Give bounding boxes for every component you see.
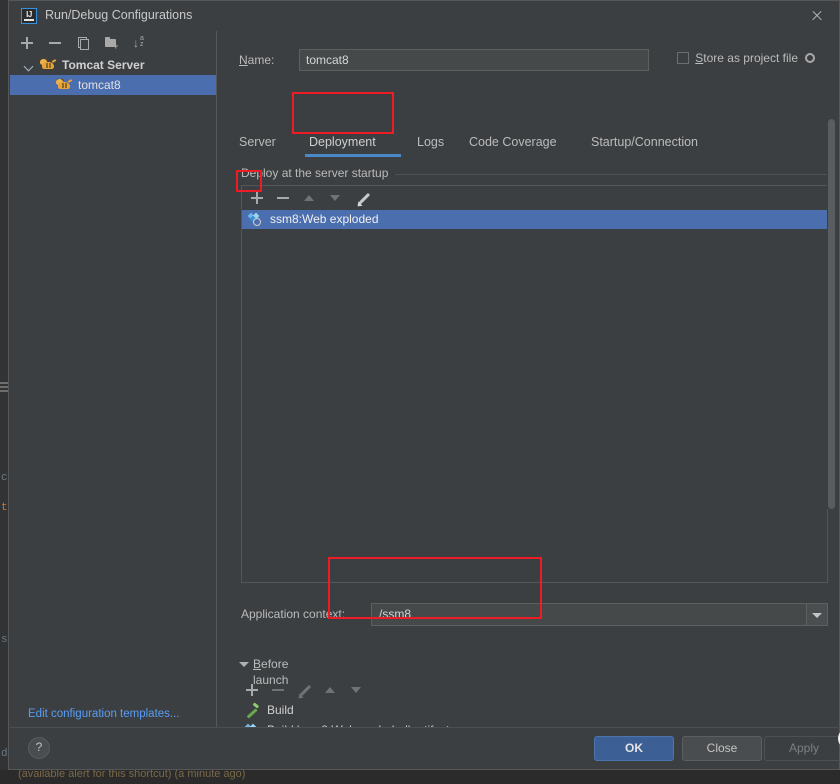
application-context-combo[interactable]: /ssm8 (371, 603, 828, 626)
gutter-char-0: c (1, 472, 8, 484)
list-item[interactable]: Build (239, 700, 828, 720)
logo-text: IJ (26, 10, 32, 19)
copy-configuration-button[interactable] (74, 34, 92, 52)
hammer-icon (246, 702, 260, 719)
screen: c t s dp (available alert for this short… (0, 0, 840, 784)
tree-group-tomcat-server[interactable]: Tomcat Server (10, 55, 216, 75)
checkbox-box[interactable] (677, 52, 690, 64)
arrow-down-icon (351, 687, 361, 693)
gutter-char-2: s (1, 634, 8, 646)
sidebar-item-label: tomcat8 (78, 78, 121, 92)
close-button[interactable]: Close (682, 736, 762, 761)
add-artifact-button[interactable] (248, 189, 266, 207)
tomcat-icon (56, 78, 73, 92)
help-label: ? (35, 740, 43, 754)
application-context-label: Application context: (241, 607, 346, 621)
edit-configuration-templates-link[interactable]: Edit configuration templates... (28, 708, 180, 720)
deploy-group-label: Deploy at the server startup (241, 166, 396, 180)
before-launch-toolbar (239, 678, 828, 701)
ok-button[interactable]: OK (594, 736, 674, 761)
deploy-group: Deploy at the server startup ssm8:Web ex… (239, 166, 828, 641)
sidebar-toolbar: + ↓ a z (10, 31, 216, 55)
store-as-project-file-checkbox[interactable]: Store as project file (677, 51, 816, 71)
configuration-editor: Name: tomcat8 Store as project file Serv… (217, 31, 838, 728)
apply-button[interactable]: Apply (764, 736, 840, 761)
close-icon[interactable] (807, 6, 827, 26)
arrow-down-icon (330, 195, 340, 201)
group-separator (389, 174, 828, 175)
remove-configuration-button[interactable] (46, 34, 64, 52)
arrow-up-icon (325, 687, 335, 693)
active-tab-underline (305, 154, 401, 157)
deploy-artifacts-list: ssm8:Web exploded (242, 210, 827, 582)
new-folder-button[interactable]: + (102, 34, 120, 52)
before-launch-list: Build Build 'ssm8:Web exploded' artifact (239, 700, 828, 728)
vertical-scrollbar[interactable] (827, 119, 836, 509)
task-move-down-button[interactable] (347, 681, 365, 699)
chevron-down-icon[interactable] (239, 662, 249, 667)
pencil-icon (296, 684, 312, 701)
chevron-down-icon[interactable] (806, 604, 827, 625)
run-debug-configurations-dialog: IJ Run/Debug Configurations + ↓ a z Tomc… (8, 0, 840, 770)
dialog-title: Run/Debug Configurations (45, 8, 193, 22)
tab-logs[interactable]: Logs (417, 129, 444, 155)
deploy-panel: ssm8:Web exploded (241, 185, 828, 583)
before-launch-section: Before launch Build (239, 656, 828, 728)
remove-task-button[interactable] (269, 681, 287, 699)
deploy-toolbar (242, 186, 827, 210)
edit-artifact-button[interactable] (354, 189, 372, 209)
tab-code-coverage[interactable]: Code Coverage (469, 129, 557, 155)
editor-tabs: Server Deployment Logs Code Coverage Sta… (239, 129, 828, 157)
dialog-footer: ? OK Close Apply (10, 727, 840, 768)
minus-icon (272, 689, 284, 691)
list-item-label: ssm8:Web exploded (270, 212, 379, 226)
name-input[interactable]: tomcat8 (299, 49, 649, 71)
tab-startup-connection[interactable]: Startup/Connection (591, 129, 698, 155)
add-configuration-button[interactable] (18, 34, 36, 52)
artifact-icon (247, 212, 262, 226)
edit-task-button[interactable] (295, 681, 313, 701)
application-context-input[interactable]: /ssm8 (379, 604, 411, 625)
configurations-tree: Tomcat Server tomcat8 (10, 55, 216, 698)
sort-configurations-button[interactable]: ↓ a z (130, 34, 148, 52)
help-button[interactable]: ? (28, 737, 50, 759)
tree-group-label: Tomcat Server (62, 58, 145, 72)
sidebar-item-tomcat8[interactable]: tomcat8 (10, 75, 216, 95)
sort-alpha-icon: ↓ (133, 36, 139, 50)
move-up-button[interactable] (300, 189, 318, 207)
minus-icon (277, 197, 289, 199)
arrow-up-icon (304, 195, 314, 201)
tab-server[interactable]: Server (239, 129, 276, 155)
configurations-sidebar: + ↓ a z Tomcat Server tomcat8 Edit confi… (10, 31, 217, 728)
gear-icon[interactable] (804, 52, 816, 64)
scrollbar-thumb[interactable] (828, 119, 835, 509)
pencil-icon (355, 192, 371, 209)
add-task-button[interactable] (243, 681, 261, 699)
list-item-label: Build (267, 703, 294, 717)
minus-icon (49, 42, 61, 44)
remove-artifact-button[interactable] (274, 189, 292, 207)
tab-deployment[interactable]: Deployment (309, 129, 376, 155)
chevron-down-icon[interactable] (24, 55, 34, 75)
intellij-logo-icon: IJ (21, 8, 37, 24)
store-as-project-file-label: tore as project file (703, 51, 798, 65)
list-item[interactable]: ssm8:Web exploded (242, 210, 827, 229)
name-row: Name: tomcat8 Store as project file (239, 49, 828, 73)
dialog-titlebar: IJ Run/Debug Configurations (9, 1, 839, 31)
gutter-char-1: t (1, 502, 8, 514)
name-label: Name: (239, 53, 275, 67)
task-move-up-button[interactable] (321, 681, 339, 699)
before-launch-mnemonic: B (253, 657, 262, 671)
application-context-row: Application context: /ssm8 (241, 603, 828, 627)
move-down-button[interactable] (326, 189, 344, 207)
tomcat-icon (40, 58, 57, 72)
